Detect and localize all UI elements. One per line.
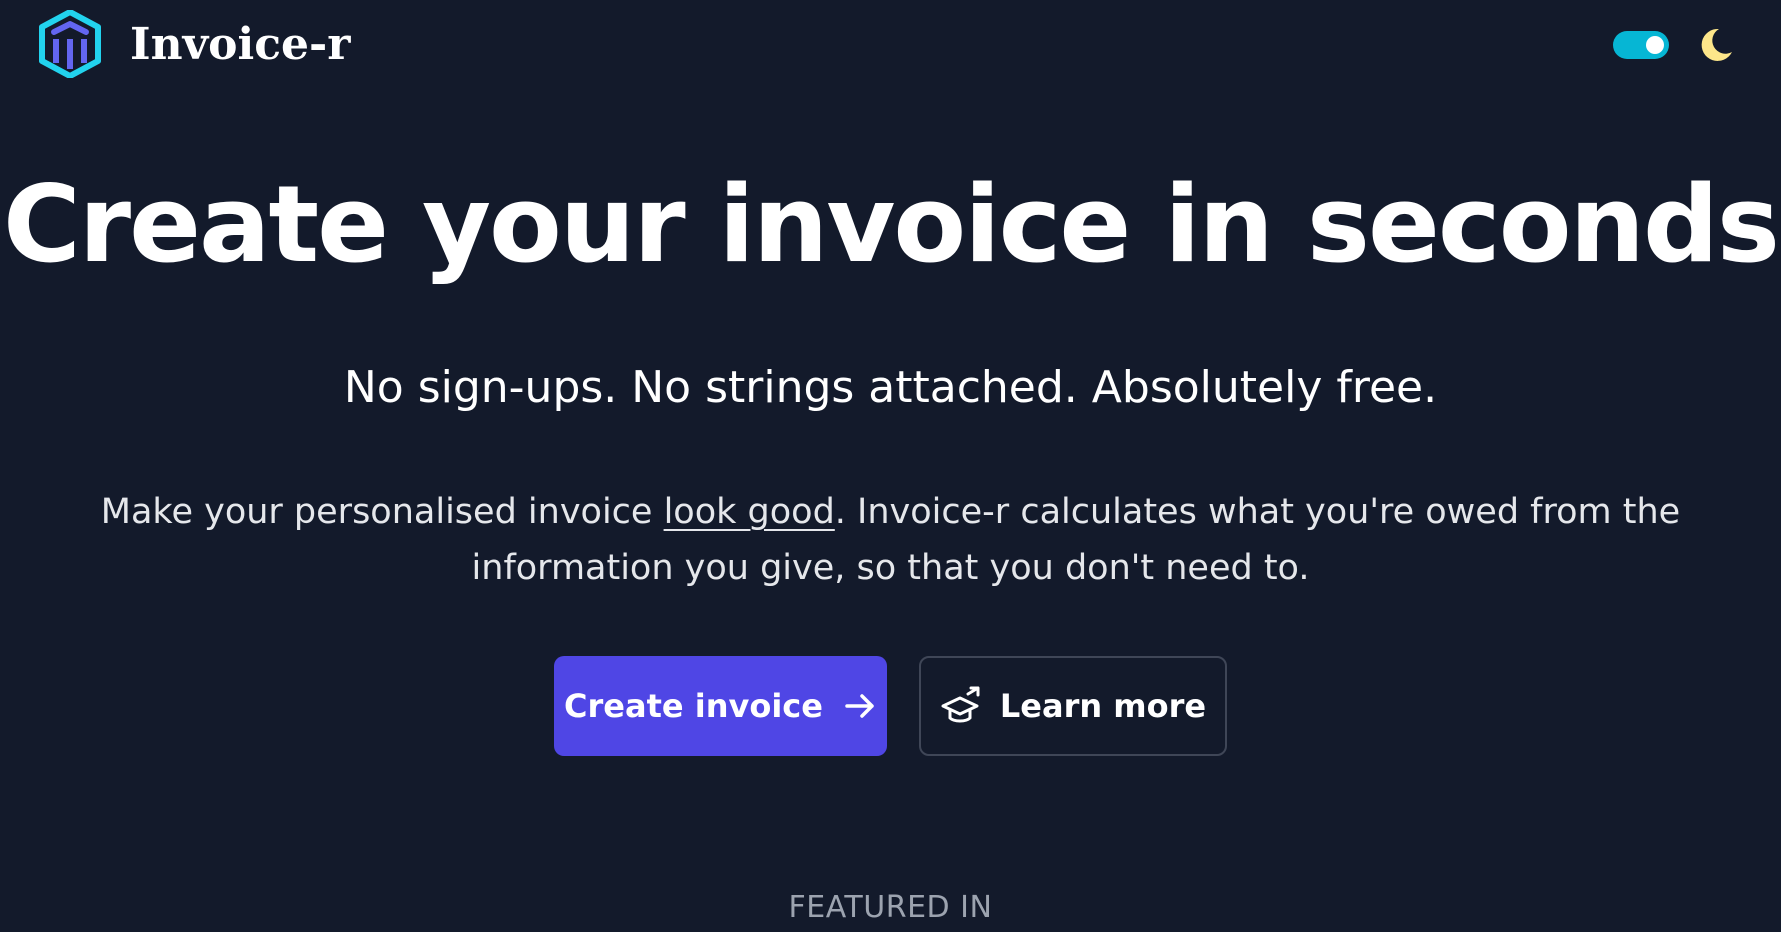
learn-more-label: Learn more: [999, 687, 1207, 725]
brand-name: Invoice-r: [130, 18, 351, 70]
toggle-knob: [1646, 36, 1664, 54]
create-invoice-button[interactable]: Create invoice: [554, 656, 887, 756]
look-good-link[interactable]: look good: [664, 492, 835, 532]
hero-tagline: No sign-ups. No strings attached. Absolu…: [343, 362, 1438, 413]
theme-toggle[interactable]: [1613, 31, 1669, 59]
hero-title: Create your invoice in seconds: [3, 163, 1780, 286]
hero-description: Make your personalised invoice look good…: [70, 484, 1711, 596]
arrow-right-icon: [845, 694, 874, 718]
featured-in-heading: FEATURED IN: [788, 890, 993, 925]
create-invoice-label: Create invoice: [564, 687, 823, 725]
header: Invoice-r: [0, 0, 1781, 90]
graduation-cap-icon: [941, 686, 980, 723]
description-text-start: Make your personalised invoice: [100, 492, 664, 532]
header-controls: [1613, 22, 1735, 68]
logo-icon: [39, 10, 101, 78]
landing-page: Invoice-r Create your invoice in seconds…: [0, 0, 1781, 932]
learn-more-button[interactable]: Learn more: [919, 656, 1227, 756]
moon-icon[interactable]: [1695, 25, 1735, 65]
brand[interactable]: Invoice-r: [38, 10, 350, 78]
cta-buttons: Create invoice Learn more: [0, 656, 1781, 756]
